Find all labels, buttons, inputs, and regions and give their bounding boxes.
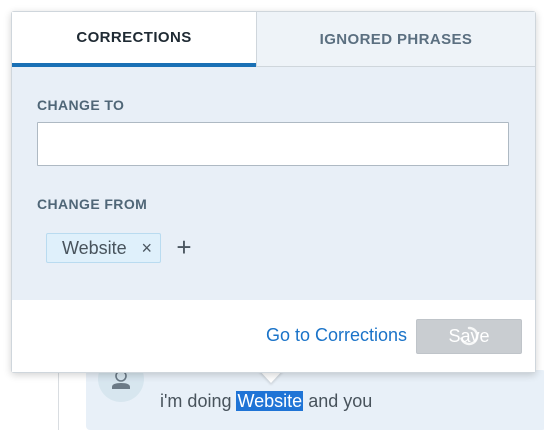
chat-message-text: i'm doing Website and you xyxy=(160,391,372,412)
change-from-label: CHANGE FROM xyxy=(37,196,148,212)
tab-corrections[interactable]: CORRECTIONS xyxy=(12,12,256,67)
phrase-chip-label: Website xyxy=(62,237,127,258)
message-text-before: i'm doing xyxy=(160,391,237,411)
go-to-corrections-link[interactable]: Go to Corrections xyxy=(266,325,407,346)
loading-spinner-icon xyxy=(460,326,479,346)
change-to-input[interactable] xyxy=(37,122,509,166)
corrections-popup: CORRECTIONS IGNORED PHRASES CHANGE TO CH… xyxy=(11,11,536,373)
close-icon[interactable]: × xyxy=(141,237,152,259)
message-text-after: and you xyxy=(303,391,373,411)
divider xyxy=(58,370,59,430)
background-text-fragment xyxy=(60,0,360,10)
tab-ignored-phrases[interactable]: IGNORED PHRASES xyxy=(256,12,535,67)
popup-footer: Go to Corrections Save xyxy=(12,300,535,372)
tab-bar: CORRECTIONS IGNORED PHRASES xyxy=(12,12,535,67)
phrase-chip: Website × xyxy=(46,233,161,263)
change-to-label: CHANGE TO xyxy=(37,97,125,113)
correction-form: CHANGE TO CHANGE FROM Website × + xyxy=(12,67,535,300)
save-button[interactable]: Save xyxy=(416,319,522,354)
highlighted-word[interactable]: Website xyxy=(236,391,304,411)
plus-icon[interactable]: + xyxy=(174,233,194,263)
